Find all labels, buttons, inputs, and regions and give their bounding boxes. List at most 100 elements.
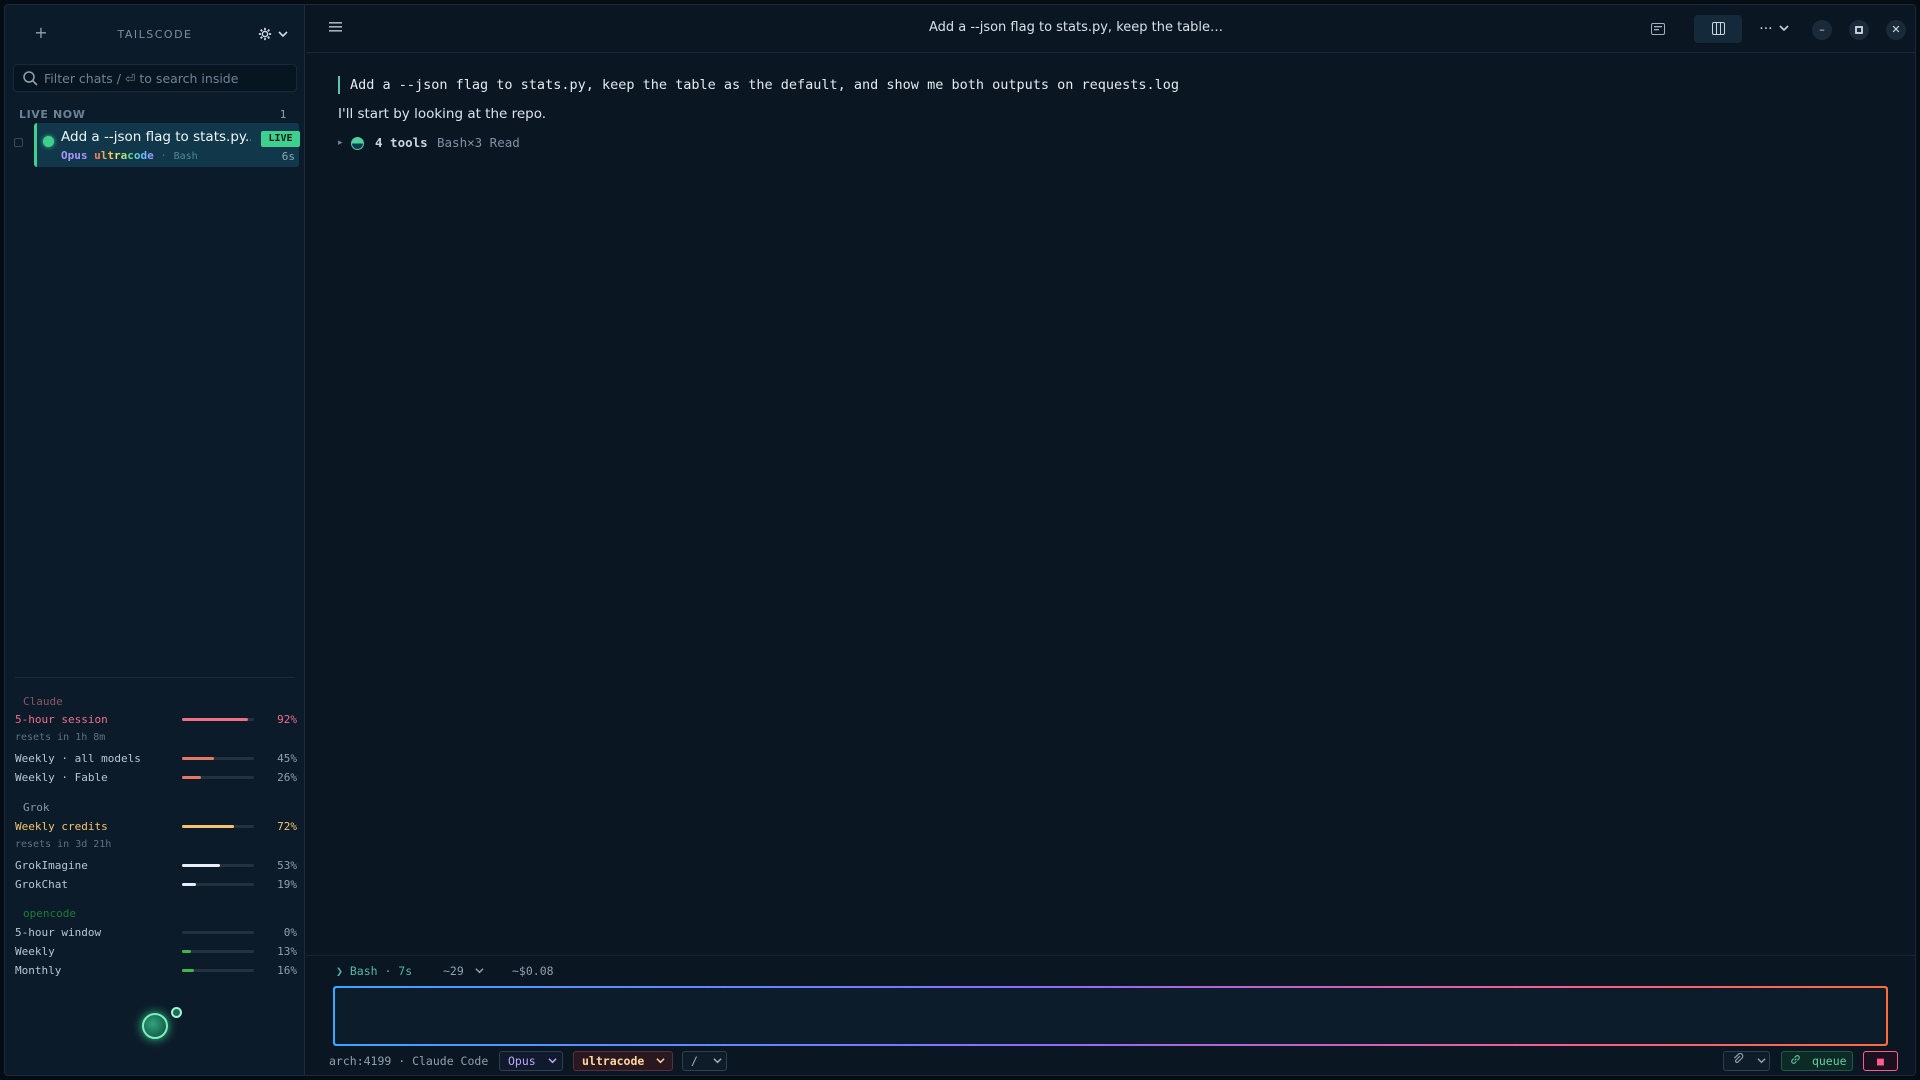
assistant-message: I'll start by looking at the repo. xyxy=(338,106,547,122)
chevron-down-icon xyxy=(548,1058,557,1064)
new-chat-button[interactable]: + xyxy=(31,23,51,43)
usage-fill xyxy=(182,825,234,828)
stop-button[interactable]: ■ xyxy=(1863,1051,1898,1071)
chevron-down-icon xyxy=(713,1058,722,1064)
usage-label: Weekly credits xyxy=(15,820,108,833)
link-icon xyxy=(1791,1055,1800,1064)
usage-row-opencode-5h: 5-hour window 0% xyxy=(15,926,297,940)
sidebar: + TAILSCODE Filter chats / ⏎ to search i… xyxy=(5,5,305,1075)
usage-bar xyxy=(182,757,254,760)
user-message: Add a --json flag to stats.py, keep the … xyxy=(338,76,1179,94)
queue-button[interactable]: queue xyxy=(1781,1051,1853,1071)
tools-progress-icon xyxy=(351,137,364,150)
gear-icon xyxy=(258,27,272,41)
chat-model: Opus xyxy=(61,149,88,162)
session-info: arch:4199 · Claude Code xyxy=(329,1054,489,1068)
usage-percent: 16% xyxy=(277,964,297,977)
usage-percent: 72% xyxy=(277,820,297,833)
split-view-button[interactable] xyxy=(1694,15,1742,43)
usage-bar xyxy=(182,825,254,828)
minimize-button[interactable]: – xyxy=(1812,20,1832,40)
chat-filter-search[interactable]: Filter chats / ⏎ to search inside xyxy=(13,64,297,92)
search-icon xyxy=(23,71,38,86)
model-label: Opus xyxy=(508,1054,536,1068)
usage-row-opencode-weekly: Weekly 13% xyxy=(15,945,297,959)
usage-label: GrokChat xyxy=(15,878,68,891)
usage-bar xyxy=(182,931,254,934)
prompt-input[interactable] xyxy=(335,988,1886,1044)
settings-button[interactable] xyxy=(255,25,291,43)
usage-label: 5-hour window xyxy=(15,926,102,939)
usage-percent: 0% xyxy=(283,926,297,939)
meta-separator: · xyxy=(160,149,167,162)
prompt-input-frame xyxy=(333,986,1888,1046)
chevron-down-icon xyxy=(1757,1058,1766,1064)
chevron-down-icon xyxy=(278,31,288,38)
usage-label: 5-hour session xyxy=(15,713,108,726)
columns-icon xyxy=(1711,22,1725,35)
chat-select-checkbox[interactable] xyxy=(14,138,23,147)
model-selector[interactable]: Opus xyxy=(499,1051,563,1071)
usage-bar xyxy=(182,776,254,779)
hamburger-icon xyxy=(329,22,342,32)
sidebar-header: + TAILSCODE xyxy=(5,5,305,61)
main-panel: Add a --json flag to stats.py, keep the … xyxy=(306,5,1915,1075)
usage-reset-claude: resets in 1h 8m xyxy=(15,732,106,743)
usage-label: Weekly xyxy=(15,945,55,958)
chat-title: Add a --json flag to stats.py... xyxy=(61,129,251,145)
context-dropdown[interactable]: ~29 xyxy=(443,964,484,978)
mode-label: ultracode xyxy=(582,1054,645,1068)
usage-fill xyxy=(182,776,201,779)
usage-bar xyxy=(182,718,254,721)
chevron-down-icon xyxy=(1779,25,1789,32)
usage-fill xyxy=(182,969,194,972)
usage-label: GrokImagine xyxy=(15,859,88,872)
usage-row-claude-weekly-fable: Weekly · Fable 26% xyxy=(15,771,297,785)
expand-chevron-icon: ▸ xyxy=(338,138,343,148)
usage-group-claude: Claude xyxy=(23,695,63,708)
usage-group-opencode: opencode xyxy=(23,907,76,920)
usage-label: Weekly · Fable xyxy=(15,771,108,784)
maximize-button[interactable] xyxy=(1849,20,1869,40)
slash-command-selector[interactable]: / xyxy=(682,1051,727,1071)
usage-fill xyxy=(182,883,196,886)
slash-label: / xyxy=(691,1054,698,1068)
usage-fill xyxy=(182,864,221,867)
attach-button[interactable] xyxy=(1723,1051,1770,1071)
chat-list-item[interactable]: Add a --json flag to stats.py... LIVE Op… xyxy=(34,123,300,167)
usage-group-grok: Grok xyxy=(23,801,50,814)
tools-detail: Bash×3 Read xyxy=(437,135,520,150)
usage-row-grok-chat: GrokChat 19% xyxy=(15,878,297,892)
usage-fill xyxy=(182,718,249,721)
maximize-icon xyxy=(1855,26,1863,34)
usage-row-grok-weekly-credits: Weekly credits 72% xyxy=(15,820,297,834)
usage-label: Monthly xyxy=(15,964,62,977)
more-options-button[interactable]: ··· xyxy=(1754,15,1794,43)
usage-percent: 13% xyxy=(277,945,297,958)
live-now-count: 1 xyxy=(279,108,287,121)
app-window: + TAILSCODE Filter chats / ⏎ to search i… xyxy=(4,4,1916,1076)
close-button[interactable]: ✕ xyxy=(1886,20,1906,40)
mode-selector[interactable]: ultracode xyxy=(573,1051,673,1071)
running-tool-status: ❯ Bash · 7s xyxy=(336,964,413,978)
usage-bar xyxy=(182,969,254,972)
stop-icon: ■ xyxy=(1877,1054,1884,1068)
search-placeholder: Filter chats / ⏎ to search inside xyxy=(44,71,239,86)
menu-button[interactable] xyxy=(329,21,343,35)
live-now-header: LIVE NOW 1 xyxy=(19,108,287,122)
close-icon: ✕ xyxy=(1891,23,1901,36)
usage-bar xyxy=(182,864,254,867)
usage-bar xyxy=(182,883,254,886)
context-value: ~29 xyxy=(443,964,464,978)
live-badge: LIVE xyxy=(261,131,300,147)
window-title: Add a --json flag to stats.py, keep the … xyxy=(928,20,1224,35)
chat-age: 6s xyxy=(281,150,295,163)
paperclip-icon xyxy=(1733,1052,1744,1063)
brand-name: TAILSCODE xyxy=(117,28,193,41)
live-now-title: LIVE NOW xyxy=(19,108,86,121)
terminal-toggle-button[interactable] xyxy=(1644,15,1672,43)
minimize-icon: – xyxy=(1819,23,1825,36)
usage-bar xyxy=(182,950,254,953)
assistant-orb-icon[interactable] xyxy=(142,1013,168,1039)
title-bar: Add a --json flag to stats.py, keep the … xyxy=(306,5,1915,53)
